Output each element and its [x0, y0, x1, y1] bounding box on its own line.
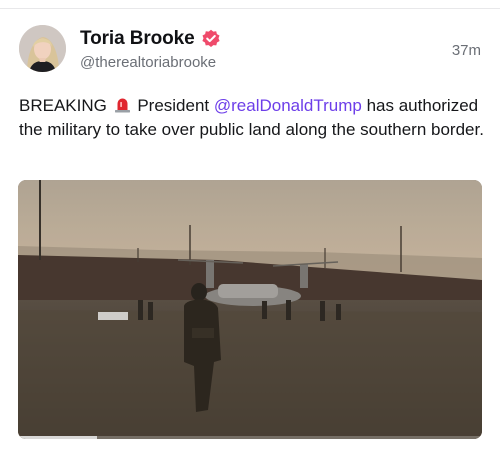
mention-link[interactable]: @realDonaldTrump — [214, 96, 362, 115]
video-progress-bar[interactable] — [18, 436, 482, 439]
verified-badge-icon — [201, 29, 221, 49]
video-frame — [18, 180, 482, 439]
video-progress-fill — [18, 436, 97, 439]
avatar[interactable] — [19, 25, 66, 72]
video-player[interactable] — [18, 180, 482, 439]
breaking-label: BREAKING — [19, 96, 107, 115]
rotating-light-icon — [114, 96, 131, 113]
post-timestamp[interactable]: 37m — [452, 42, 481, 59]
author-name-text: Toria Brooke — [80, 28, 195, 49]
post-card: Toria Brooke @therealtoriabrooke 37m BRE… — [0, 0, 500, 457]
post-text: BREAKING President @realDonaldTrump has … — [19, 94, 489, 142]
author-handle[interactable]: @therealtoriabrooke — [80, 54, 216, 71]
post-text-president: President — [137, 96, 210, 115]
author-display-name[interactable]: Toria Brooke — [80, 28, 221, 50]
